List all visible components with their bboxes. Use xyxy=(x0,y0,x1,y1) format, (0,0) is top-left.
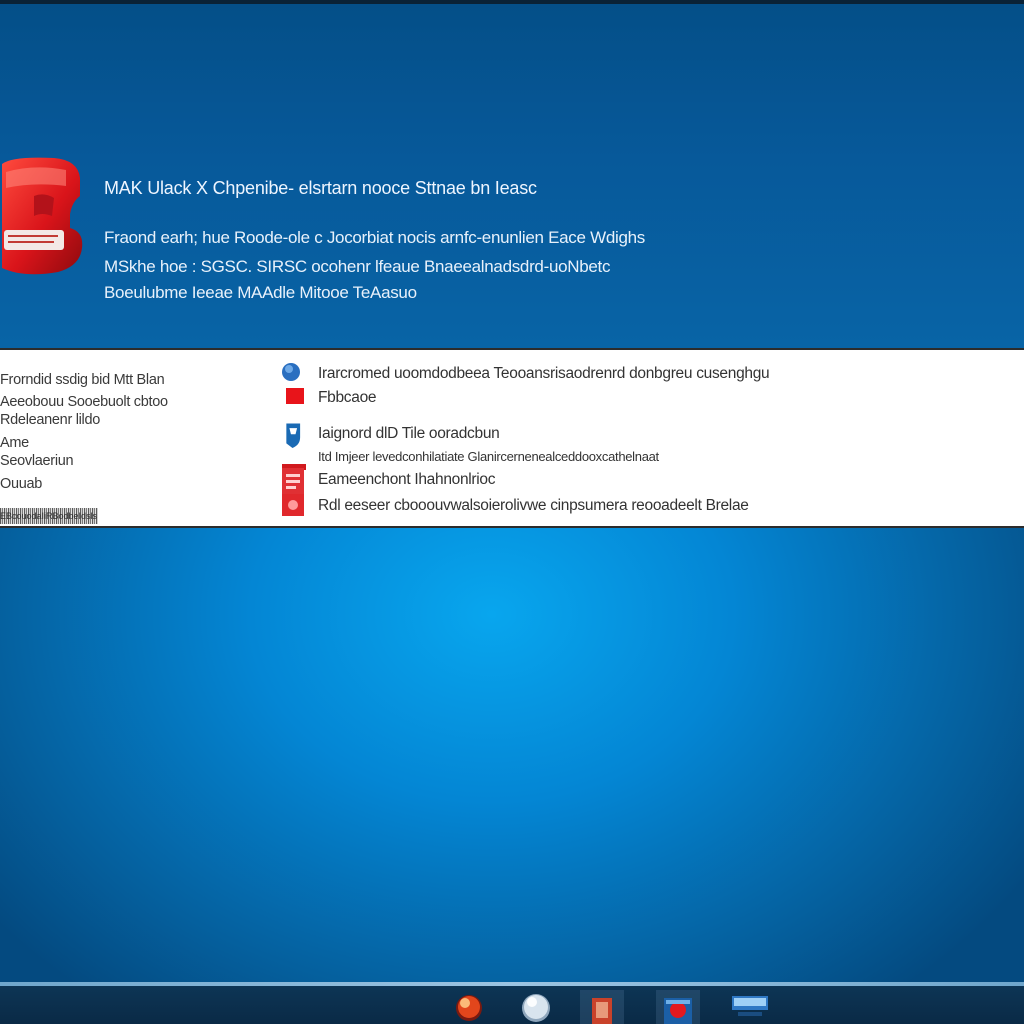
blue-monitor-icon xyxy=(732,996,768,1016)
list-item-label: Eameenchont Ihahnonlrioc xyxy=(318,471,496,488)
sidebar-item-3[interactable]: Rdeleanenr lildo xyxy=(0,412,100,428)
list-item-label: Itd Imjeer levedconhilatiate Glanircerne… xyxy=(318,449,659,464)
silver-orb-icon xyxy=(522,994,550,1022)
sidebar-item-1[interactable]: Frorndid ssdig bid Mtt Blan xyxy=(0,372,165,388)
blue-circle-icon xyxy=(282,363,300,381)
list-item[interactable]: Itd Imjeer levedconhilatiate Glanircerne… xyxy=(280,444,1020,470)
taskbar-app-1[interactable] xyxy=(447,990,491,1024)
red-document-icon xyxy=(282,468,304,494)
error-message-line-1: Fraond earh; hue Roode-ole c Jocorbiat n… xyxy=(104,228,645,247)
taskbar-app-3[interactable] xyxy=(580,990,624,1024)
taskbar xyxy=(0,986,1024,1024)
red-document-icon xyxy=(282,494,304,516)
sidebar-item-2[interactable]: Aeeobouu Sooebuolt cbtoo xyxy=(0,394,168,410)
taskbar-app-4[interactable] xyxy=(656,990,700,1024)
list-item-label: Iaignord dlD Tile ooradcbun xyxy=(318,425,500,442)
list-item[interactable]: Eameenchont Ihahnonlrioc xyxy=(280,468,1020,494)
red-file-icon xyxy=(592,998,612,1024)
list-item-label: Rdl eeseer cbooouvwalsoierolivwe cinpsum… xyxy=(318,497,749,514)
list-item[interactable]: Fbbcaoe xyxy=(280,386,1020,412)
red-square-icon xyxy=(286,388,304,404)
error-message-line-3: Boeulubme Ieeae MAAdle Mitooe TeAasuo xyxy=(104,283,417,302)
taskbar-app-2[interactable] xyxy=(514,990,558,1024)
list-item-label: Irarcromed uoomdodbeea Teooansrisaodrenr… xyxy=(318,365,770,382)
sidebar-item-6[interactable]: Ouuab xyxy=(0,476,42,492)
fire-orb-icon xyxy=(456,995,482,1021)
list-item[interactable]: Irarcromed uoomdodbeea Teooansrisaodrenr… xyxy=(280,362,1020,388)
red-document-icon xyxy=(282,464,306,470)
list-item[interactable]: Rdl eeseer cbooouvwalsoierolivwe cinpsum… xyxy=(280,494,1020,520)
sidebar-item-5[interactable]: Seovlaeriun xyxy=(0,453,74,469)
error-message-line-2: MSkhe hoe : SGSC. SIRSC ocohenr lfeaue B… xyxy=(104,257,611,276)
error-banner: MAK Ulack X Chpenibe- elsrtarn nooce Stt… xyxy=(0,4,1024,348)
error-book-icon xyxy=(2,157,83,275)
taskbar-app-5[interactable] xyxy=(728,990,772,1024)
sidebar-item-4[interactable]: Ame xyxy=(0,435,29,451)
details-panel: Frorndid ssdig bid Mtt Blan Aeeobouu Soo… xyxy=(0,348,1024,528)
red-blue-window-icon xyxy=(664,998,692,1024)
error-title: MAK Ulack X Chpenibe- elsrtarn nooce Stt… xyxy=(104,178,537,198)
error-code: EBcouodaIiRBodbeIdsls xyxy=(0,508,98,524)
list-item-label: Fbbcaoe xyxy=(318,389,377,406)
